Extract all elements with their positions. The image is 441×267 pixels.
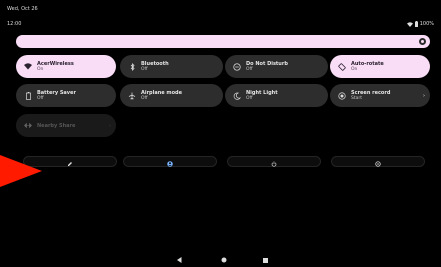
- power-icon: [271, 152, 277, 171]
- tile-screen-record-state: Start: [351, 95, 362, 101]
- tile-airplane-state: Off: [141, 95, 148, 101]
- user-icon: [167, 152, 173, 171]
- tile-auto-rotate[interactable]: Auto-rotate On: [330, 55, 430, 78]
- tile-night-light-state: Off: [246, 95, 253, 101]
- power-button[interactable]: [227, 156, 321, 167]
- tile-nearby-share-label: Nearby Share: [37, 122, 76, 129]
- airplane-icon: [127, 91, 137, 101]
- brightness-slider[interactable]: [16, 35, 430, 48]
- bluetooth-icon: [127, 62, 137, 72]
- tile-dnd-state: Off: [246, 66, 253, 72]
- tile-nearby-share[interactable]: Nearby Share ›: [16, 114, 116, 137]
- auto-rotate-icon: [337, 62, 347, 72]
- battery-percent: 100%: [419, 21, 434, 27]
- back-icon: [177, 248, 182, 267]
- tile-wifi-state: On: [37, 66, 44, 72]
- edit-icon: [67, 152, 73, 171]
- recents-icon: [263, 248, 268, 267]
- chevron-right-icon: ›: [423, 93, 425, 99]
- tile-do-not-disturb[interactable]: Do Not Disturb Off: [225, 55, 328, 78]
- battery-saver-icon: [23, 91, 33, 101]
- settings-icon: [375, 152, 381, 171]
- tile-bluetooth[interactable]: Bluetooth Off: [120, 55, 223, 78]
- home-icon: [221, 248, 227, 267]
- tile-battery-saver[interactable]: Battery Saver Off: [16, 84, 116, 107]
- wifi-icon: [406, 21, 413, 27]
- tile-night-light[interactable]: Night Light Off: [225, 84, 328, 107]
- tile-screen-record[interactable]: Screen record Start ›: [330, 84, 430, 107]
- night-light-icon: [232, 91, 242, 101]
- user-switch-button[interactable]: [123, 156, 217, 167]
- wifi-icon: [23, 62, 33, 72]
- tile-wifi[interactable]: AcerWireless On: [16, 55, 116, 78]
- tile-bluetooth-state: Off: [141, 66, 148, 72]
- pointer-arrow-icon: [0, 155, 42, 191]
- screen-record-icon: [337, 91, 347, 101]
- tile-airplane-mode[interactable]: Airplane mode Off: [120, 84, 223, 107]
- chevron-right-icon: ›: [109, 123, 111, 129]
- nearby-share-icon: [23, 121, 33, 131]
- tile-auto-rotate-state: On: [351, 66, 358, 72]
- status-time: 12:00: [7, 21, 22, 27]
- settings-button[interactable]: [331, 156, 425, 167]
- battery-icon: [414, 21, 418, 27]
- status-date: Wed, Oct 26: [7, 6, 38, 12]
- home-button[interactable]: [221, 248, 227, 267]
- do-not-disturb-icon: [232, 62, 242, 72]
- tile-battery-saver-state: Off: [37, 95, 44, 101]
- brightness-icon: [419, 38, 426, 45]
- back-button[interactable]: [177, 248, 182, 267]
- status-icons: 100%: [406, 21, 434, 27]
- recents-button[interactable]: [263, 248, 268, 267]
